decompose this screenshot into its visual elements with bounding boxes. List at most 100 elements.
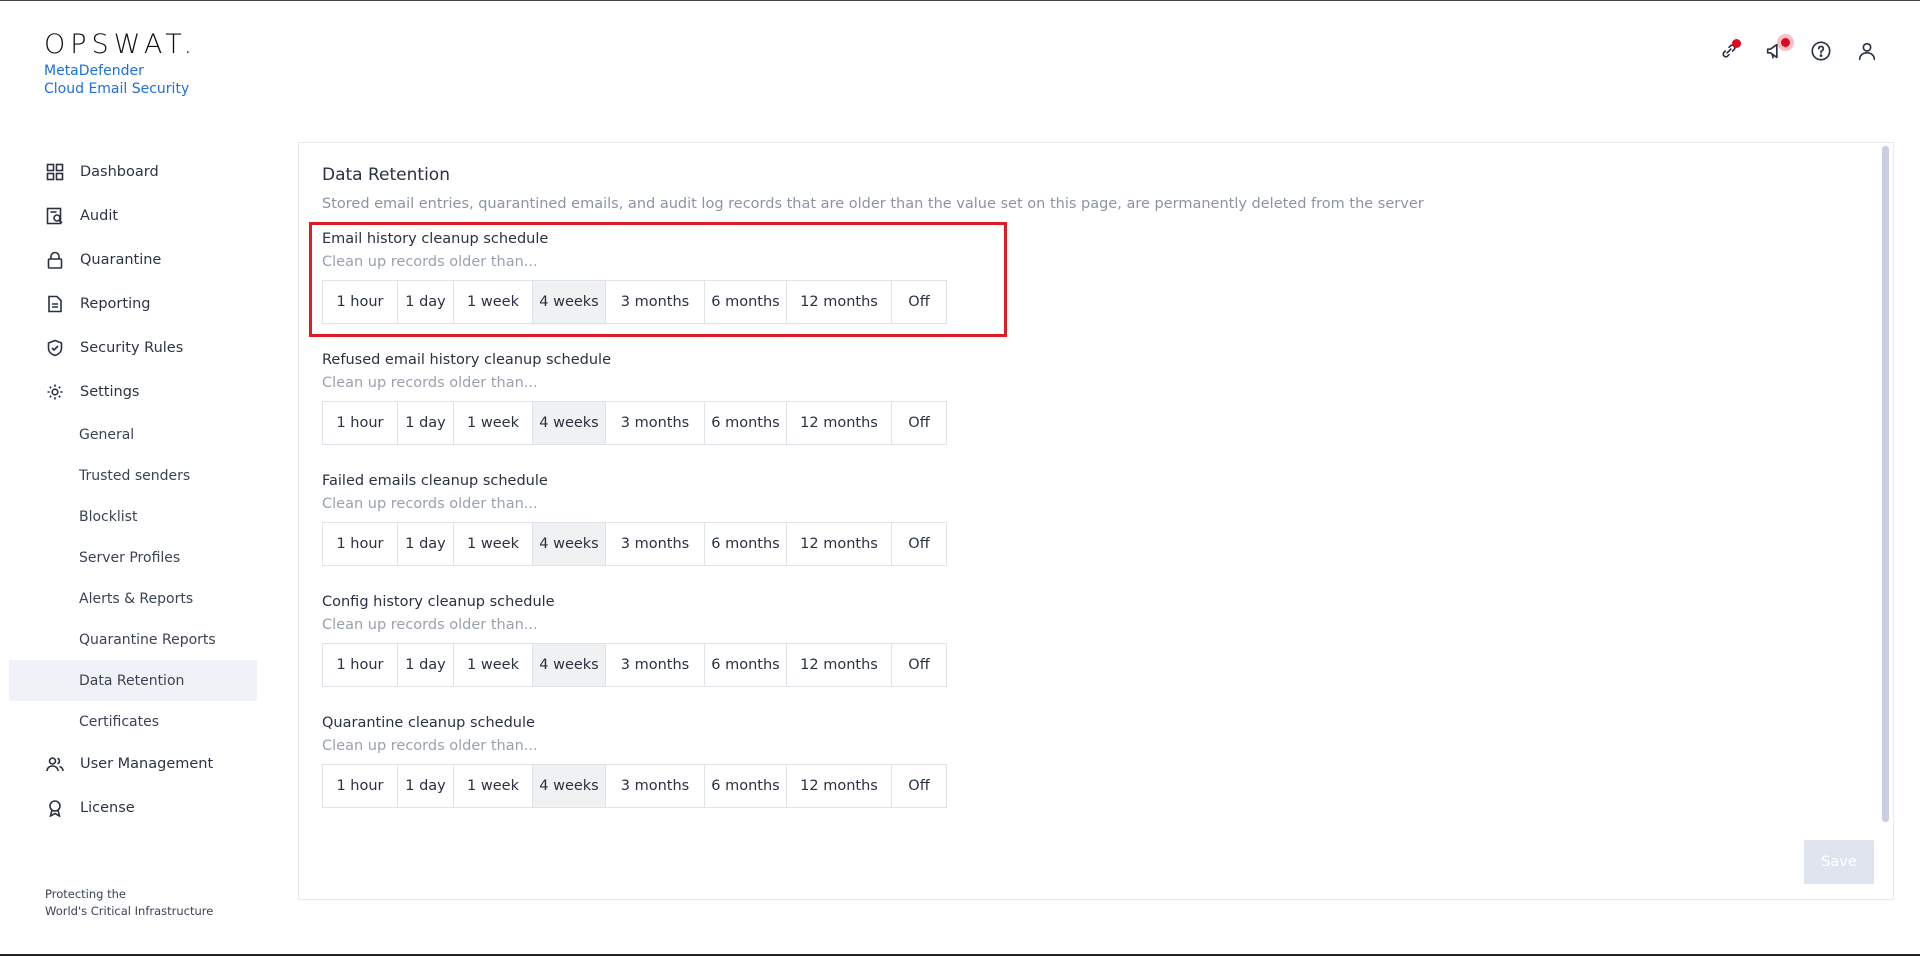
sidebar-subitem-quarantine-reports[interactable]: Quarantine Reports xyxy=(0,619,265,660)
failed-emails-section: Failed emails cleanup schedule Clean up … xyxy=(322,470,1002,566)
retention-option-1-day[interactable]: 1 day xyxy=(397,401,454,445)
retention-option-4-weeks[interactable]: 4 weeks xyxy=(532,643,606,687)
sidebar-item-settings[interactable]: Settings xyxy=(0,370,265,414)
window-top-border xyxy=(0,0,1920,1)
sidebar-item-label: Quarantine xyxy=(80,252,162,268)
retention-option-1-week[interactable]: 1 week xyxy=(453,522,533,566)
retention-option-4-weeks[interactable]: 4 weeks xyxy=(532,522,606,566)
user-icon xyxy=(1858,42,1876,61)
section-subtitle: Clean up records older than... xyxy=(322,738,538,754)
retention-option-4-weeks[interactable]: 4 weeks xyxy=(532,764,606,808)
retention-option-3-months[interactable]: 3 months xyxy=(605,643,705,687)
sidebar-item-label: User Management xyxy=(80,756,214,772)
retention-option-12-months[interactable]: 12 months xyxy=(786,401,892,445)
retention-option-6-months[interactable]: 6 months xyxy=(704,643,787,687)
page-title: Data Retention xyxy=(322,165,450,185)
sidebar-subitem-alerts-reports[interactable]: Alerts & Reports xyxy=(0,578,265,619)
retention-option-1-hour[interactable]: 1 hour xyxy=(322,522,398,566)
retention-option-12-months[interactable]: 12 months xyxy=(786,643,892,687)
help-button[interactable] xyxy=(1808,38,1834,64)
users-icon xyxy=(46,755,64,773)
sidebar-item-label: Audit xyxy=(80,208,119,224)
sidebar-subitem-certificates[interactable]: Certificates xyxy=(0,701,265,742)
sidebar-item-user-management[interactable]: User Management xyxy=(0,742,265,786)
product-name-line2: Cloud Email Security xyxy=(44,81,190,97)
retention-option-group: 1 hour 1 day 1 week 4 weeks 3 months 6 months… xyxy=(322,643,1002,687)
retention-option-1-hour[interactable]: 1 hour xyxy=(322,643,398,687)
retention-option-4-weeks[interactable]: 4 weeks xyxy=(532,401,606,445)
tagline-line1: Protecting the xyxy=(45,887,126,901)
sidebar-subitem-data-retention[interactable]: Data Retention xyxy=(9,660,257,701)
retention-option-12-months[interactable]: 12 months xyxy=(786,522,892,566)
retention-option-off[interactable]: Off xyxy=(891,401,947,445)
retention-option-off[interactable]: Off xyxy=(891,643,947,687)
retention-option-1-day[interactable]: 1 day xyxy=(397,522,454,566)
tagline-line2: World's Critical Infrastructure xyxy=(45,904,214,918)
quarantine-cleanup-section: Quarantine cleanup schedule Clean up rec… xyxy=(322,712,1002,808)
sidebar-item-label: Dashboard xyxy=(80,164,159,180)
lock-icon xyxy=(46,251,64,269)
sidebar-subitem-trusted-senders[interactable]: Trusted senders xyxy=(0,455,265,496)
retention-option-off[interactable]: Off xyxy=(891,522,947,566)
section-title: Failed emails cleanup schedule xyxy=(322,473,548,489)
help-icon xyxy=(1811,41,1831,61)
sidebar-item-security-rules[interactable]: Security Rules xyxy=(0,326,265,370)
link-button[interactable] xyxy=(1716,38,1742,64)
notification-dot xyxy=(1732,39,1741,48)
retention-option-3-months[interactable]: 3 months xyxy=(605,764,705,808)
retention-option-6-months[interactable]: 6 months xyxy=(704,522,787,566)
retention-option-1-day[interactable]: 1 day xyxy=(397,643,454,687)
app-logo[interactable]: OPSWAT. MetaDefender Cloud Email Securit… xyxy=(44,30,197,98)
sidebar-item-label: Security Rules xyxy=(80,340,184,356)
sidebar-item-label: License xyxy=(80,800,135,816)
highlight-box xyxy=(309,222,1007,337)
retention-option-3-months[interactable]: 3 months xyxy=(605,522,705,566)
sidebar-item-audit[interactable]: Audit xyxy=(0,194,265,238)
brand-logo-text: OPSWAT. xyxy=(44,29,198,60)
sidebar-subitem-general[interactable]: General xyxy=(0,414,265,455)
sidebar-item-quarantine[interactable]: Quarantine xyxy=(0,238,265,282)
scrollbar[interactable] xyxy=(1882,146,1889,822)
sidebar-item-label: Reporting xyxy=(80,296,151,312)
page-description: Stored email entries, quarantined emails… xyxy=(322,196,1424,212)
retention-option-6-months[interactable]: 6 months xyxy=(704,401,787,445)
shield-check-icon xyxy=(46,339,64,357)
retention-option-1-day[interactable]: 1 day xyxy=(397,764,454,808)
section-subtitle: Clean up records older than... xyxy=(322,375,538,391)
retention-option-3-months[interactable]: 3 months xyxy=(605,401,705,445)
retention-option-1-hour[interactable]: 1 hour xyxy=(322,764,398,808)
document-icon xyxy=(46,295,64,313)
retention-option-group: 1 hour 1 day 1 week 4 weeks 3 months 6 months… xyxy=(322,522,1002,566)
product-name-line1: MetaDefender xyxy=(44,63,144,79)
award-icon xyxy=(46,799,64,817)
section-subtitle: Clean up records older than... xyxy=(322,617,538,633)
dashboard-icon xyxy=(46,163,64,181)
retention-option-1-week[interactable]: 1 week xyxy=(453,643,533,687)
notification-dot xyxy=(1781,38,1790,47)
sidebar-item-label: Settings xyxy=(80,384,140,400)
retention-option-1-week[interactable]: 1 week xyxy=(453,401,533,445)
retention-option-group: 1 hour 1 day 1 week 4 weeks 3 months 6 months… xyxy=(322,764,1002,808)
retention-option-off[interactable]: Off xyxy=(891,764,947,808)
save-button[interactable]: Save xyxy=(1804,840,1874,884)
retention-option-12-months[interactable]: 12 months xyxy=(786,764,892,808)
refused-email-history-section: Refused email history cleanup schedule C… xyxy=(322,349,1002,445)
sidebar-subitem-blocklist[interactable]: Blocklist xyxy=(0,496,265,537)
announcements-button[interactable] xyxy=(1762,38,1790,64)
header-actions xyxy=(1716,38,1880,64)
retention-option-6-months[interactable]: 6 months xyxy=(704,764,787,808)
footer-tagline: Protecting the World's Critical Infrastr… xyxy=(45,886,213,920)
sidebar-item-license[interactable]: License xyxy=(0,786,265,830)
sidebar-item-reporting[interactable]: Reporting xyxy=(0,282,265,326)
retention-option-1-hour[interactable]: 1 hour xyxy=(322,401,398,445)
retention-option-1-week[interactable]: 1 week xyxy=(453,764,533,808)
sidebar-subitem-server-profiles[interactable]: Server Profiles xyxy=(0,537,265,578)
sidebar-item-dashboard[interactable]: Dashboard xyxy=(0,150,265,194)
audit-icon xyxy=(46,207,64,225)
sidebar-nav: Dashboard Audit Quarantine Reporting Sec… xyxy=(0,150,265,830)
user-menu-button[interactable] xyxy=(1854,38,1880,64)
section-title: Config history cleanup schedule xyxy=(322,594,555,610)
config-history-section: Config history cleanup schedule Clean up… xyxy=(322,591,1002,687)
section-subtitle: Clean up records older than... xyxy=(322,496,538,512)
section-title: Quarantine cleanup schedule xyxy=(322,715,535,731)
